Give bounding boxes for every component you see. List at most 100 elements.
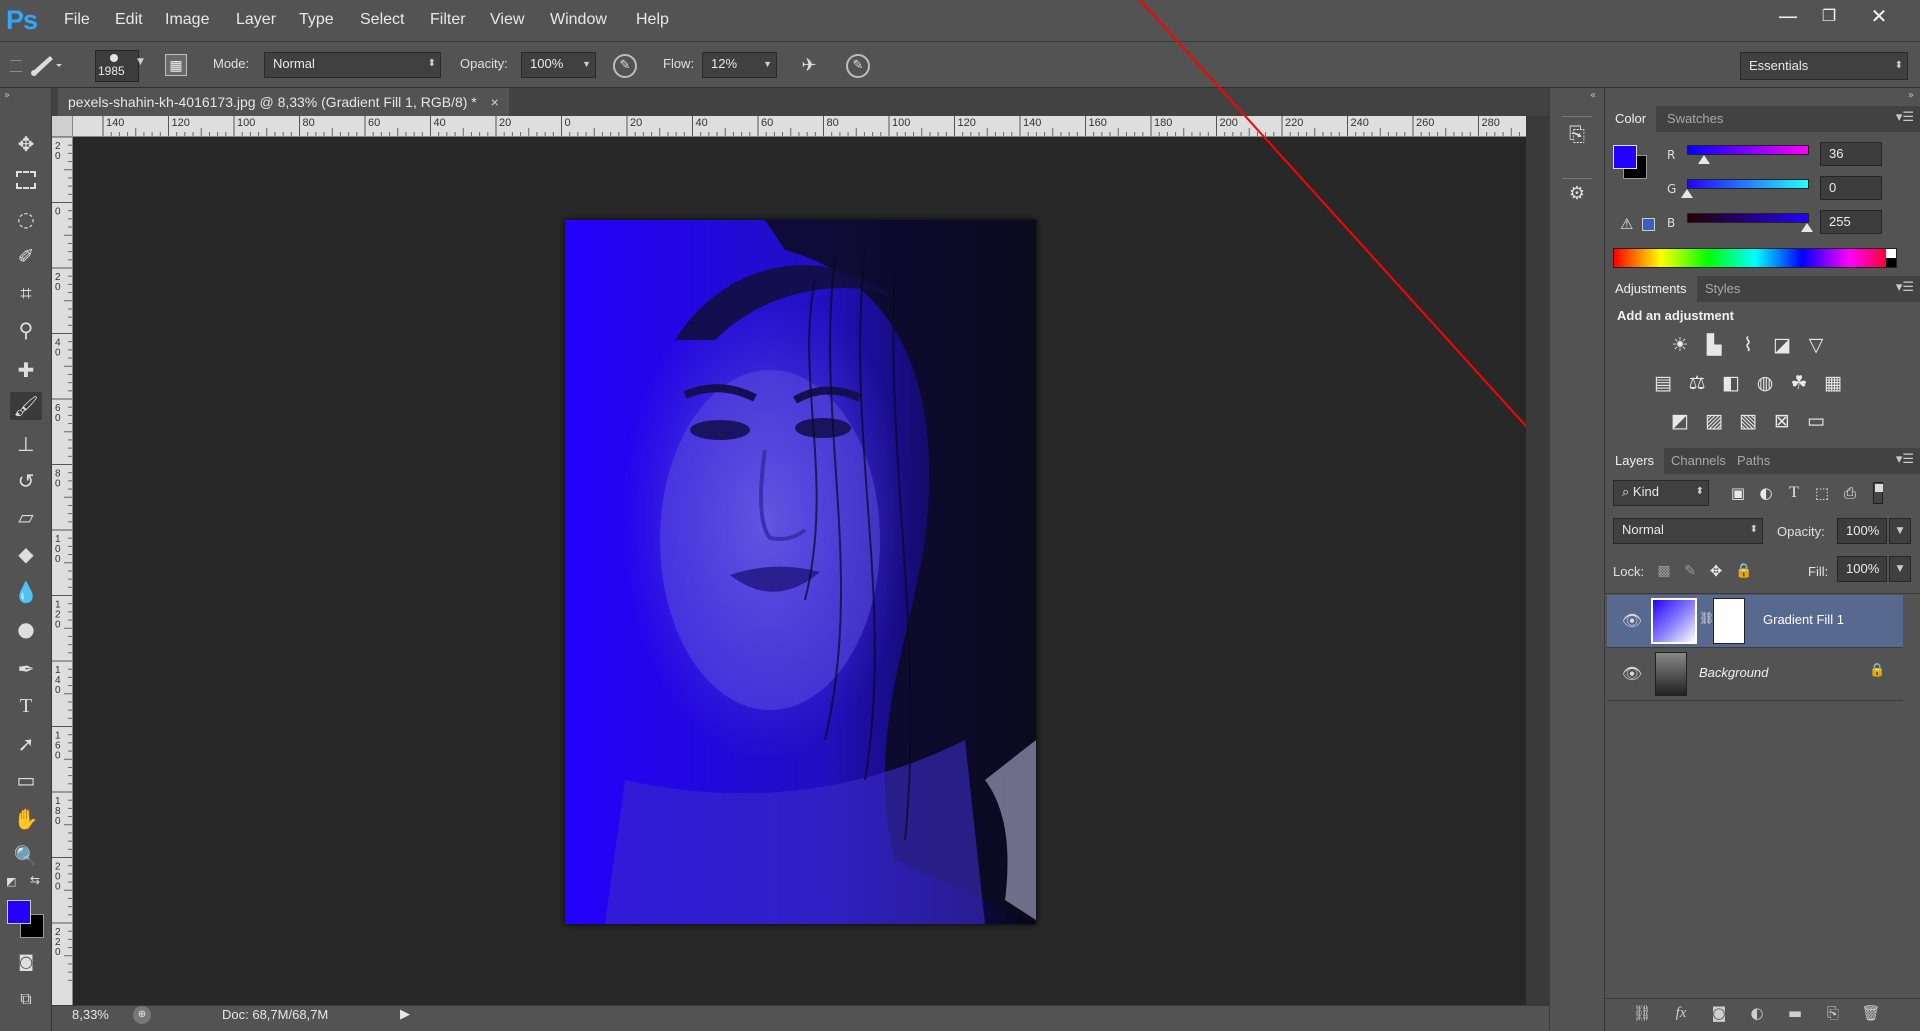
new-adjustment-layer-icon[interactable]: ◐ bbox=[1744, 1002, 1770, 1024]
lock-position-icon[interactable]: ✥ bbox=[1703, 558, 1729, 584]
visibility-eye-icon[interactable]: 👁 bbox=[1621, 610, 1643, 632]
healing-brush-tool-icon[interactable]: ✚ bbox=[10, 356, 42, 384]
blue-slider-thumb[interactable] bbox=[1801, 223, 1813, 232]
close-window-button[interactable]: ✕ bbox=[1862, 3, 1896, 29]
filter-smart-object-icon[interactable]: ⎙ bbox=[1837, 480, 1863, 506]
menu-help[interactable]: Help bbox=[636, 11, 669, 29]
panel-menu-icon[interactable]: ▾☰ bbox=[1896, 452, 1914, 467]
lock-transparency-icon[interactable]: ▩ bbox=[1651, 558, 1677, 584]
menu-image[interactable]: Image bbox=[165, 11, 209, 29]
color-spectrum-ramp[interactable] bbox=[1613, 248, 1897, 268]
paint-bucket-tool-icon[interactable]: ◆ bbox=[10, 540, 42, 568]
layer-name[interactable]: Gradient Fill 1 bbox=[1763, 612, 1844, 627]
threshold-icon[interactable]: ▧ bbox=[1735, 408, 1761, 434]
curves-icon[interactable]: ⌇ bbox=[1735, 332, 1761, 358]
chevron-down-icon[interactable]: ▼ bbox=[1889, 556, 1911, 582]
brush-panel-toggle-icon[interactable]: ▦ bbox=[165, 54, 187, 76]
filter-adjustment-icon[interactable]: ◐ bbox=[1753, 480, 1779, 506]
add-mask-icon[interactable]: ◙ bbox=[1706, 1002, 1732, 1024]
eyedropper-tool-icon[interactable]: ⚲ bbox=[10, 316, 42, 344]
tab-adjustments[interactable]: Adjustments bbox=[1605, 276, 1697, 302]
menu-type[interactable]: Type bbox=[299, 11, 334, 29]
marquee-tool-icon[interactable] bbox=[10, 168, 42, 196]
minimize-button[interactable]: — bbox=[1771, 3, 1805, 29]
crop-tool-icon[interactable]: ⌗ bbox=[10, 279, 42, 307]
gradient-fill-thumbnail[interactable] bbox=[1651, 598, 1697, 644]
pressure-size-icon[interactable]: ✎ bbox=[846, 54, 870, 78]
layer-name[interactable]: Background bbox=[1699, 665, 1768, 680]
document-tab[interactable]: pexels-shahin-kh-4016173.jpg @ 8,33% (Gr… bbox=[58, 88, 509, 116]
close-tab-icon[interactable]: × bbox=[491, 94, 499, 110]
layer-style-fx-icon[interactable]: fx bbox=[1668, 1002, 1694, 1024]
menu-select[interactable]: Select bbox=[360, 11, 404, 29]
tab-swatches[interactable]: Swatches bbox=[1657, 106, 1733, 132]
history-panel-icon[interactable]: ⎘ bbox=[1562, 116, 1592, 146]
lasso-tool-icon[interactable]: ◌ bbox=[10, 205, 42, 233]
brush-preset-picker[interactable]: 1985 bbox=[95, 50, 139, 82]
blur-tool-icon[interactable]: 💧 bbox=[10, 578, 42, 606]
eraser-tool-icon[interactable]: ▱ bbox=[10, 503, 42, 531]
gradient-map-icon[interactable]: ▭ bbox=[1803, 408, 1829, 434]
menu-edit[interactable]: Edit bbox=[115, 11, 143, 29]
restore-button[interactable]: ❐ bbox=[1812, 3, 1846, 29]
brush-tool-icon[interactable] bbox=[28, 52, 62, 78]
tab-styles[interactable]: Styles bbox=[1695, 276, 1750, 302]
menu-view[interactable]: View bbox=[490, 11, 524, 29]
ruler-origin[interactable] bbox=[52, 116, 73, 137]
menu-filter[interactable]: Filter bbox=[430, 11, 466, 29]
swap-colors-icon[interactable]: ⇆ bbox=[30, 873, 40, 887]
panel-menu-icon[interactable]: ▾☰ bbox=[1896, 110, 1914, 125]
hue-saturation-icon[interactable]: ▤ bbox=[1650, 370, 1676, 396]
blue-value-field[interactable]: 255 bbox=[1820, 210, 1882, 234]
layer-opacity-field[interactable]: 100% bbox=[1837, 518, 1887, 544]
tab-layers[interactable]: Layers bbox=[1605, 448, 1665, 474]
link-layers-icon[interactable]: ⛓ bbox=[1629, 1002, 1655, 1024]
channel-mixer-icon[interactable]: ☘ bbox=[1786, 370, 1812, 396]
expand-icon[interactable]: » bbox=[4, 90, 10, 101]
filter-shape-icon[interactable]: ⬚ bbox=[1809, 480, 1835, 506]
panel-menu-icon[interactable]: ▾☰ bbox=[1896, 280, 1914, 295]
red-slider-track[interactable] bbox=[1687, 145, 1809, 155]
levels-icon[interactable]: ▙ bbox=[1701, 332, 1727, 358]
layer-mask-thumbnail[interactable] bbox=[1713, 598, 1745, 644]
collapse-dock-icon[interactable]: » bbox=[1908, 90, 1914, 101]
new-group-folder-icon[interactable]: ▬ bbox=[1782, 1002, 1808, 1024]
menu-window[interactable]: Window bbox=[550, 11, 607, 29]
web-safe-swatch[interactable] bbox=[1642, 218, 1655, 231]
background-layer-thumbnail[interactable] bbox=[1655, 652, 1687, 696]
pressure-opacity-icon[interactable]: ✎ bbox=[613, 54, 637, 78]
type-tool-icon[interactable]: T bbox=[10, 692, 42, 720]
zoom-level[interactable]: 8,33% bbox=[72, 1007, 109, 1022]
pen-tool-icon[interactable]: ✒ bbox=[10, 655, 42, 683]
foreground-color-swatch[interactable] bbox=[7, 900, 31, 924]
black-white-icon[interactable]: ◧ bbox=[1718, 370, 1744, 396]
status-export-icon[interactable]: ⊕ bbox=[133, 1006, 151, 1024]
color-balance-icon[interactable]: ⚖ bbox=[1684, 370, 1710, 396]
menu-file[interactable]: File bbox=[64, 11, 90, 29]
move-tool-icon[interactable]: ✥ bbox=[10, 130, 42, 158]
green-slider-thumb[interactable] bbox=[1681, 189, 1693, 198]
selective-color-icon[interactable]: ⊠ bbox=[1769, 408, 1795, 434]
green-value-field[interactable]: 0 bbox=[1820, 176, 1882, 200]
flow-field[interactable]: 12% ▼ bbox=[702, 52, 777, 78]
menu-layer[interactable]: Layer bbox=[236, 11, 276, 29]
blue-slider-track[interactable] bbox=[1687, 213, 1809, 223]
zoom-tool-icon[interactable]: 🔍 bbox=[10, 842, 42, 870]
red-slider-thumb[interactable] bbox=[1697, 155, 1710, 164]
color-lookup-icon[interactable]: ▦ bbox=[1820, 370, 1846, 396]
green-slider-track[interactable] bbox=[1687, 179, 1809, 189]
tab-channels[interactable]: Channels bbox=[1661, 448, 1736, 474]
hand-tool-icon[interactable]: ✋ bbox=[10, 805, 42, 833]
new-layer-icon[interactable]: ⎘ bbox=[1820, 1002, 1846, 1024]
quick-mask-icon[interactable]: ◙ bbox=[10, 948, 42, 976]
workspace-dropdown[interactable]: Essentials ⬍ bbox=[1740, 52, 1908, 80]
screen-mode-icon[interactable]: ⧉ bbox=[10, 985, 42, 1013]
fill-field[interactable]: 100% bbox=[1837, 556, 1887, 582]
brightness-icon[interactable]: ☀ bbox=[1667, 332, 1693, 358]
brush-tool-active-icon[interactable]: 🖌 bbox=[10, 392, 42, 420]
collapse-icon[interactable]: « bbox=[1590, 90, 1596, 101]
properties-panel-icon[interactable]: ⚙ bbox=[1562, 178, 1592, 208]
black-swatch[interactable] bbox=[1886, 258, 1896, 267]
lock-all-icon[interactable]: 🔒 bbox=[1731, 558, 1757, 584]
path-selection-tool-icon[interactable]: ➚ bbox=[10, 730, 42, 758]
